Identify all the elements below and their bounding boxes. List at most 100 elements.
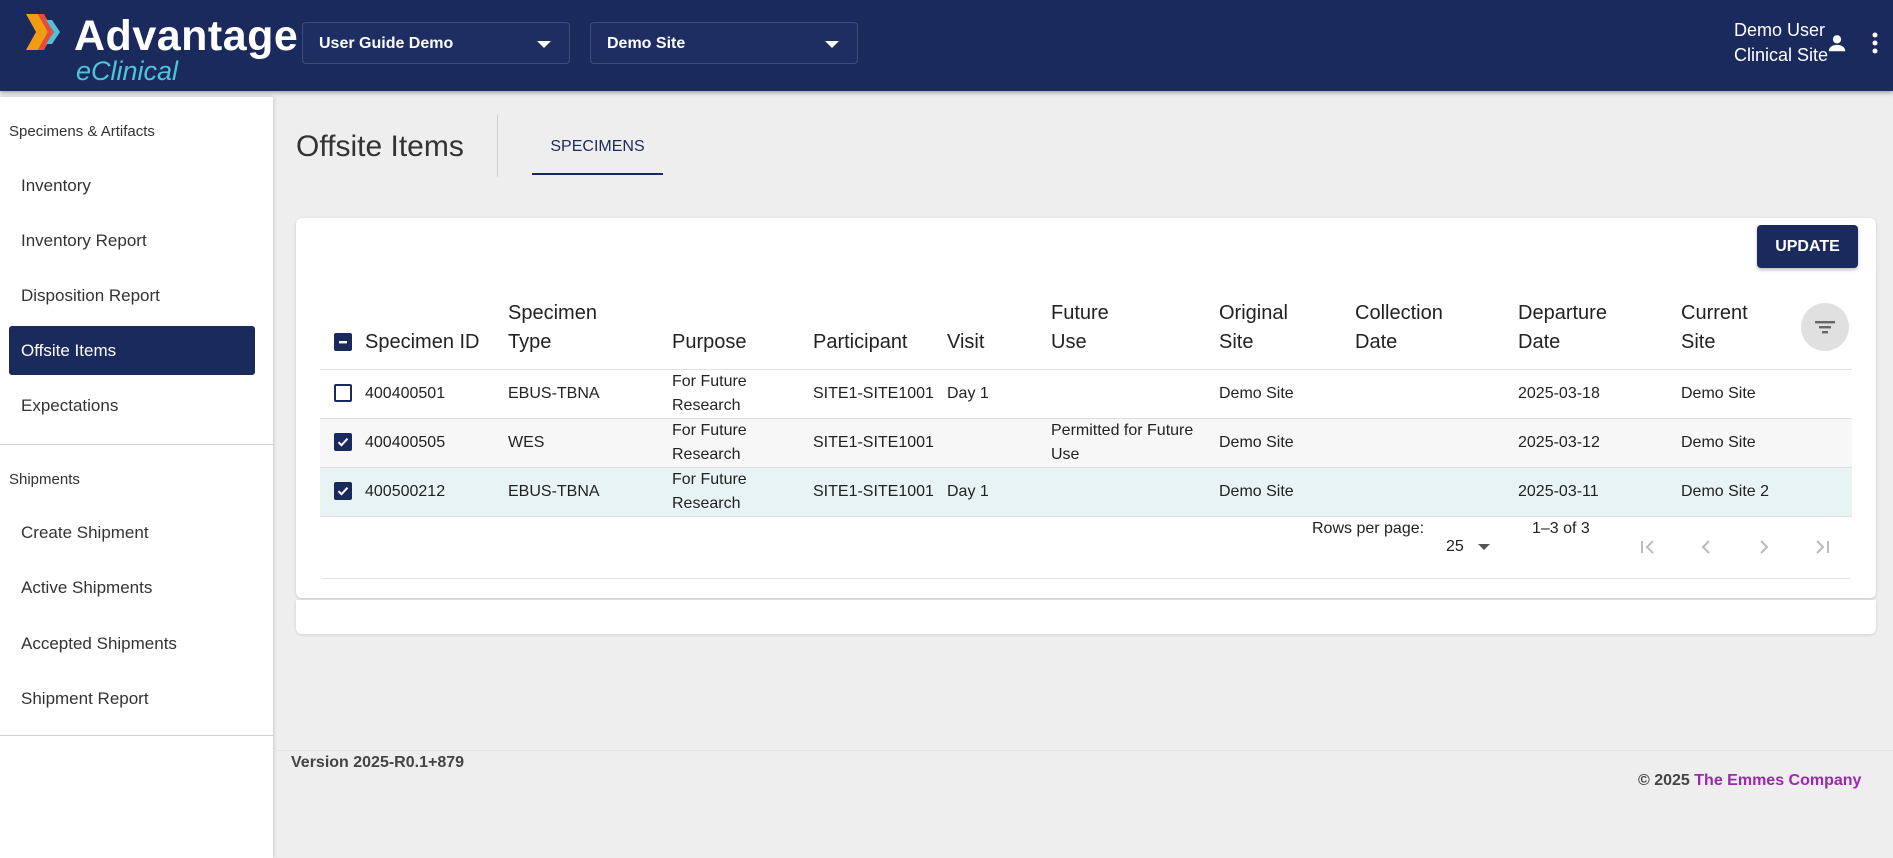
sidebar-item-offsite-items[interactable]: Offsite Items — [9, 326, 255, 375]
filter-icon — [1815, 321, 1835, 334]
cell-visit: Day 1 — [947, 467, 1051, 517]
chevron-down-icon — [537, 41, 551, 48]
column-header-label: Collection Date — [1355, 301, 1443, 353]
row-checkbox[interactable] — [334, 433, 352, 452]
sidebar-item-label: Offsite Items — [21, 341, 117, 360]
filter-button[interactable] — [1801, 303, 1849, 351]
column-header[interactable]: Participant — [813, 292, 947, 370]
table-row[interactable]: 400400505 WES For Future Research SITE1-SIT… — [320, 418, 1852, 468]
site-select-value: Demo Site — [607, 35, 686, 52]
sidebar-divider — [0, 444, 273, 445]
sidebar-item-expectations[interactable]: Expectations — [9, 381, 255, 430]
sidebar-item-label: Create Shipment — [21, 523, 149, 542]
user-info: Demo User Clinical Site — [1734, 18, 1828, 68]
column-header[interactable]: Departure Date — [1518, 292, 1681, 370]
column-header-label: Future Use — [1051, 301, 1109, 353]
sidebar-item-shipment-report[interactable]: Shipment Report — [9, 674, 255, 723]
site-select[interactable]: Demo Site — [590, 22, 858, 64]
logo-title: Advantage — [74, 12, 299, 60]
sidebar-section-specimens: Specimens & Artifacts — [9, 123, 155, 140]
column-header[interactable]: Original Site — [1219, 292, 1355, 370]
table-row[interactable]: 400400501 EBUS-TBNA For Future Research SIT… — [320, 369, 1852, 419]
cell-collection-date — [1355, 418, 1518, 468]
sidebar: Specimens & Artifacts Inventory Inventor… — [0, 97, 273, 858]
cell-future-use: Permitted for Future Use — [1051, 418, 1219, 468]
cell-visit: Day 1 — [947, 369, 1051, 419]
update-button[interactable]: UPDATE — [1757, 225, 1858, 268]
cell-id: 400400501 — [365, 369, 508, 419]
select-all-cell — [320, 292, 365, 370]
cell-purpose: For Future Research — [672, 418, 813, 468]
sidebar-item-label: Expectations — [21, 396, 119, 415]
column-header[interactable]: Purpose — [672, 292, 813, 370]
sidebar-item-accepted-shipments[interactable]: Accepted Shipments — [9, 619, 255, 668]
column-header-label: Departure Date — [1518, 301, 1607, 353]
cell-current-site: Demo Site 2 — [1681, 467, 1852, 517]
column-header[interactable]: Specimen ID — [365, 292, 508, 370]
column-header[interactable]: Collection Date — [1355, 292, 1518, 370]
row-checkbox[interactable] — [334, 482, 352, 501]
page-title: Offsite Items — [296, 130, 464, 163]
pagination-range: 1–3 of 3 — [1532, 520, 1590, 537]
cell-purpose: For Future Research — [672, 467, 813, 517]
chevron-down-icon — [1478, 543, 1491, 550]
tab-label: SPECIMENS — [550, 138, 645, 155]
person-icon[interactable] — [1826, 32, 1848, 54]
sidebar-item-inventory-report[interactable]: Inventory Report — [9, 216, 255, 265]
pagination-divider — [322, 578, 1850, 579]
select-all-checkbox[interactable] — [334, 333, 352, 352]
column-header[interactable]: Future Use — [1051, 292, 1219, 370]
column-header-label: Original Site — [1219, 301, 1288, 353]
cell-departure-date: 2025-03-18 — [1518, 369, 1681, 419]
last-page-icon[interactable] — [1810, 535, 1834, 559]
footer-divider — [273, 750, 1893, 751]
cell-future-use — [1051, 369, 1219, 419]
logo[interactable]: Advantage eClinical — [24, 8, 298, 86]
cell-current-site: Demo Site — [1681, 369, 1852, 419]
user-name: Demo User — [1734, 20, 1826, 40]
cell-original-site: Demo Site — [1219, 369, 1355, 419]
rows-per-page-value: 25 — [1446, 538, 1464, 555]
next-page-icon[interactable] — [1752, 535, 1776, 559]
cell-future-use — [1051, 467, 1219, 517]
sidebar-item-label: Inventory Report — [21, 231, 147, 250]
card-footer — [296, 600, 1876, 634]
cell-id: 400500212 — [365, 467, 508, 517]
previous-page-icon[interactable] — [1694, 535, 1718, 559]
more-vertical-icon[interactable] — [1864, 30, 1886, 56]
table-row[interactable]: 400500212 EBUS-TBNA For Future Research SIT… — [320, 467, 1852, 517]
row-select-cell — [320, 418, 365, 468]
cell-departure-date: 2025-03-11 — [1518, 467, 1681, 517]
row-select-cell — [320, 369, 365, 419]
sidebar-item-disposition-report[interactable]: Disposition Report — [9, 271, 255, 320]
cell-original-site: Demo Site — [1219, 467, 1355, 517]
study-select[interactable]: User Guide Demo — [302, 22, 570, 64]
tab-specimens[interactable]: SPECIMENS — [532, 115, 663, 175]
logo-chevrons-icon — [26, 14, 60, 50]
check-icon — [337, 487, 349, 496]
check-icon — [337, 438, 349, 447]
column-header-label: Current Site — [1681, 301, 1748, 353]
sidebar-item-label: Disposition Report — [21, 286, 160, 305]
sidebar-section-shipments: Shipments — [9, 471, 80, 488]
column-header[interactable]: Specimen Type — [508, 292, 672, 370]
sidebar-item-active-shipments[interactable]: Active Shipments — [9, 563, 255, 612]
row-checkbox[interactable] — [334, 384, 352, 403]
sidebar-divider — [0, 735, 273, 736]
sidebar-item-label: Shipment Report — [21, 689, 149, 708]
user-role: Clinical Site — [1734, 45, 1829, 65]
rows-per-page-select[interactable]: 25 — [1446, 538, 1491, 556]
column-header[interactable]: Visit — [947, 292, 1051, 370]
company-link[interactable]: The Emmes Company — [1694, 772, 1861, 789]
cell-type: EBUS-TBNA — [508, 369, 672, 419]
logo-subtitle: eClinical — [76, 56, 179, 86]
sidebar-item-inventory[interactable]: Inventory — [9, 161, 255, 210]
offsite-items-table: Specimen ID Specimen Type Purpose Partic… — [320, 292, 1852, 517]
sidebar-item-label: Active Shipments — [21, 578, 153, 597]
row-select-cell — [320, 467, 365, 517]
title-divider — [497, 115, 498, 177]
sidebar-item-label: Accepted Shipments — [21, 634, 177, 653]
cell-id: 400400505 — [365, 418, 508, 468]
first-page-icon[interactable] — [1636, 535, 1660, 559]
sidebar-item-create-shipment[interactable]: Create Shipment — [9, 508, 255, 557]
